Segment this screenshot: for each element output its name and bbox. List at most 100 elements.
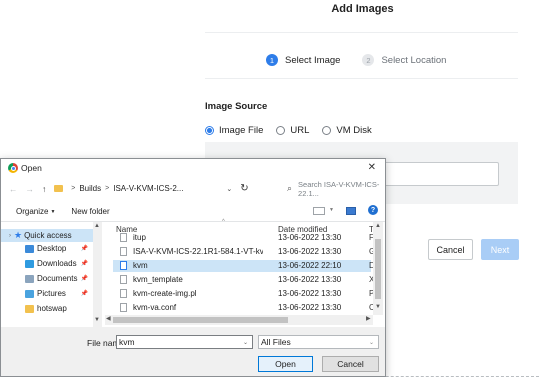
step-label: Select Location [381, 54, 447, 66]
downloads-folder-icon [25, 259, 34, 268]
sidebar-scrollbar[interactable] [93, 222, 102, 327]
divider [205, 78, 518, 79]
desktop-folder-icon [25, 244, 34, 253]
star-icon: ★ [14, 230, 23, 240]
file-row[interactable]: kvm-va.conf 13-06-2022 13:30 CC [113, 302, 381, 314]
file-icon [120, 289, 127, 299]
new-folder-button[interactable]: New folder [71, 207, 109, 216]
radio-url[interactable]: URL [276, 125, 309, 136]
image-source-options: Image File URL VM Disk [205, 124, 385, 136]
file-name: kvm-va.conf [133, 303, 177, 313]
file-name: kvm-create-img.pl [133, 289, 197, 299]
close-icon[interactable]: ✕ [368, 162, 376, 173]
sidebar-item-label: Desktop [37, 244, 67, 253]
dialog-cancel-button[interactable]: Cancel [322, 356, 379, 372]
up-arrow-icon[interactable]: ↑ [42, 184, 46, 194]
dialog-title: Open [21, 163, 42, 173]
image-file-input[interactable] [381, 162, 499, 186]
radio-label: VM Disk [336, 124, 372, 136]
file-date: 13-06-2022 13:30 [278, 303, 342, 313]
radio-checked-icon [205, 125, 214, 135]
radio-image-file[interactable]: Image File [205, 125, 263, 136]
step-number: 2 [362, 54, 375, 66]
dialog-titlebar[interactable]: Open ✕ [1, 159, 385, 177]
file-name: kvm_template [133, 275, 183, 285]
file-date: 13-06-2022 22:10 [278, 261, 342, 271]
back-arrow-icon[interactable]: ← [9, 184, 18, 194]
preview-pane-icon[interactable] [346, 207, 356, 215]
search-input[interactable]: ⌕ Search ISA-V-KVM-ICS-22.1... [287, 179, 385, 198]
pin-icon: 📌 [80, 246, 88, 252]
chevron-down-icon: ▼ [50, 208, 56, 215]
refresh-icon[interactable]: ↻ [240, 183, 248, 194]
radio-label: URL [290, 124, 310, 136]
radio-label: Image File [219, 124, 264, 136]
scroll-down-icon[interactable]: ▼ [94, 317, 100, 323]
open-button[interactable]: Open [258, 356, 313, 372]
dialog-footer: File name: kvm ⌄ All Files ⌄ Open Cancel [1, 327, 385, 376]
chevron-down-icon[interactable]: ⌄ [226, 185, 232, 193]
file-row[interactable]: kvm_template 13-06-2022 13:30 XM [113, 274, 381, 286]
file-name-input[interactable]: kvm ⌄ [116, 335, 253, 349]
sidebar-item-label: Documents [37, 274, 78, 283]
file-name-value: kvm [119, 337, 135, 347]
sidebar-item-label: Downloads [37, 259, 77, 268]
file-row-selected[interactable]: kvm 13-06-2022 22:10 Dr [113, 260, 377, 272]
file-date: 13-06-2022 13:30 [278, 275, 342, 285]
search-placeholder: Search ISA-V-KVM-ICS-22.1... [298, 179, 380, 198]
sidebar-item-downloads[interactable]: Downloads 📌 [1, 257, 93, 270]
vertical-scroll-thumb[interactable] [375, 239, 381, 299]
step-select-location: 2 Select Location [362, 54, 446, 66]
scroll-up-icon[interactable]: ▲ [375, 223, 381, 229]
wizard-cancel-button[interactable]: Cancel [428, 239, 473, 260]
scroll-up-icon[interactable]: ▲ [94, 223, 100, 229]
chevron-right-icon[interactable]: › [9, 233, 11, 239]
organize-label: Organize [16, 207, 49, 216]
sidebar-item-label: hotswap [37, 304, 67, 313]
sidebar-item-desktop[interactable]: Desktop 📌 [1, 242, 93, 255]
wizard-title: Add Images [331, 3, 394, 15]
scroll-left-icon[interactable]: ◀ [106, 315, 111, 322]
file-name: ISA-V-KVM-ICS-22.1R1-584.1-VT-kvm.im... [133, 247, 263, 257]
open-file-dialog: Open ✕ ← → ↑ > Builds > ISA-V-KVM-ICS-2.… [0, 158, 386, 377]
file-type-select[interactable]: All Files ⌄ [258, 335, 379, 349]
chevron-down-icon[interactable]: ⌄ [243, 339, 248, 346]
breadcrumb-builds[interactable]: Builds [79, 184, 101, 193]
file-row[interactable]: itup 13-06-2022 13:30 File [113, 232, 381, 244]
radio-vm-disk[interactable]: VM Disk [322, 124, 372, 136]
step-label: Select Image [285, 54, 341, 66]
file-row[interactable]: ISA-V-KVM-ICS-22.1R1-584.1-VT-kvm.im... … [113, 246, 380, 258]
step-select-image: 1 Select Image [266, 54, 340, 66]
breadcrumb-current[interactable]: ISA-V-KVM-ICS-2... [113, 184, 183, 193]
file-date: 13-06-2022 13:30 [278, 289, 342, 299]
help-icon[interactable]: ? [368, 205, 378, 215]
folder-icon [25, 304, 34, 313]
wizard-next-button[interactable]: Next [481, 239, 519, 260]
file-icon [120, 261, 127, 271]
chevron-down-icon[interactable]: ▼ [329, 207, 334, 213]
file-icon [120, 233, 127, 243]
screen: Add Images 1 Select Image 2 Select Locat… [0, 0, 539, 377]
scroll-right-icon[interactable]: ▶ [366, 315, 371, 322]
file-row[interactable]: kvm-create-img.pl 13-06-2022 13:30 PL [113, 288, 379, 300]
sidebar-item-documents[interactable]: Documents 📌 [1, 272, 93, 285]
radio-unchecked-icon [276, 125, 286, 135]
sidebar-item-quick-access[interactable]: › ★ Quick access [1, 229, 93, 242]
sidebar-item-hotswap[interactable]: hotswap [1, 302, 93, 315]
folder-icon [54, 185, 64, 192]
scroll-down-icon[interactable]: ▼ [375, 304, 381, 310]
organize-button[interactable]: Organize ▼ [16, 207, 55, 216]
pictures-folder-icon [25, 289, 34, 298]
navigation-pane: › ★ Quick access Desktop 📌 Downloads 📌 D… [1, 222, 105, 327]
view-options-icon[interactable] [313, 207, 325, 215]
file-name: kvm [133, 261, 148, 271]
chrome-icon [8, 163, 18, 173]
horizontal-scroll-thumb[interactable] [113, 317, 288, 323]
forward-arrow-icon[interactable]: → [26, 184, 35, 194]
sidebar-item-pictures[interactable]: Pictures 📌 [1, 287, 93, 300]
file-icon [120, 303, 127, 313]
chevron-right-icon: > [105, 185, 110, 192]
address-bar[interactable]: > Builds > ISA-V-KVM-ICS-2... ⌄ [54, 180, 232, 197]
pin-icon: 📌 [80, 291, 88, 297]
pin-icon: 📌 [80, 276, 88, 282]
